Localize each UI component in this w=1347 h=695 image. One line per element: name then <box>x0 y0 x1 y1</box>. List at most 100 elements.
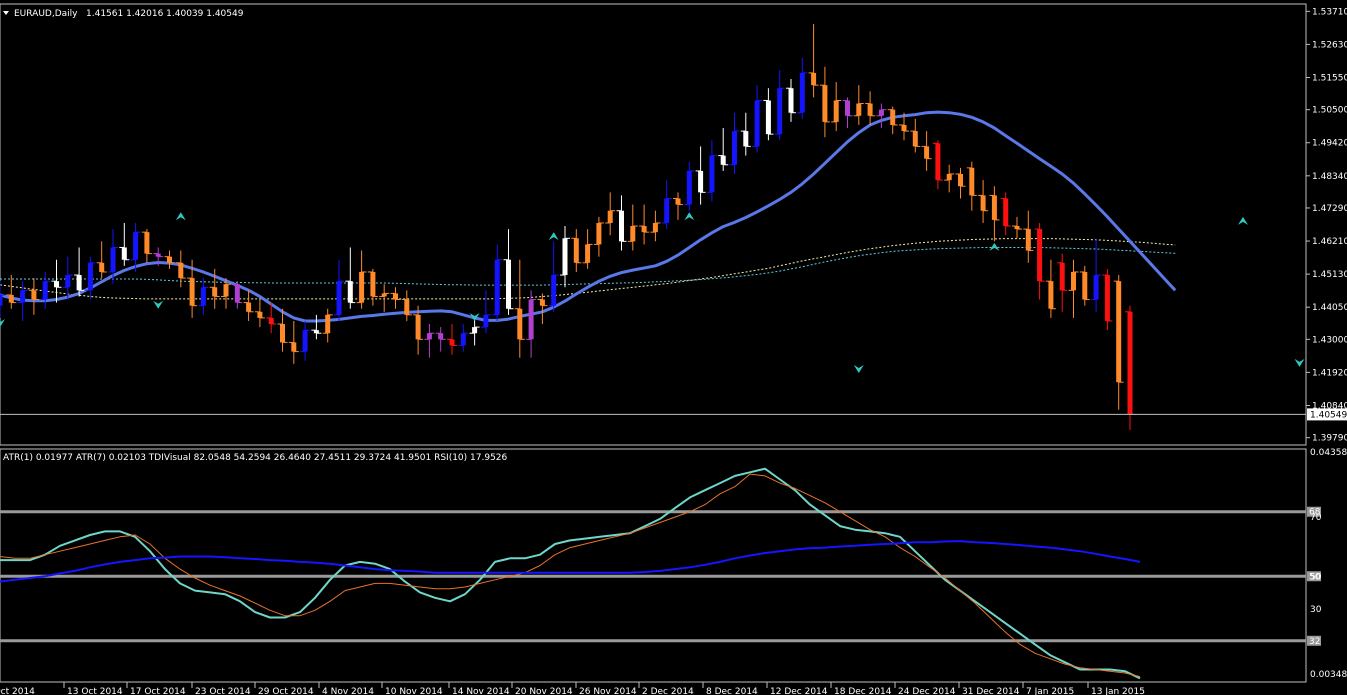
candle <box>1045 259 1056 318</box>
symbol-dropdown-icon[interactable] <box>3 11 9 15</box>
candle <box>1091 238 1102 312</box>
time-tick-label: 2 Dec 2014 <box>642 687 694 695</box>
candle <box>141 229 152 263</box>
price-tick-label: 1.51550 <box>1312 74 1347 84</box>
candle <box>345 247 356 309</box>
candle <box>752 85 763 153</box>
candle <box>955 167 966 199</box>
candle <box>514 259 525 358</box>
candle <box>673 192 683 220</box>
indicator-tick-label: 0.00348 <box>1310 670 1347 680</box>
time-tick-label: 18 Dec 2014 <box>834 687 892 695</box>
candle <box>571 229 582 272</box>
candle <box>740 112 751 156</box>
candle <box>447 324 457 355</box>
candle <box>74 247 85 297</box>
candle <box>797 57 808 119</box>
candle <box>1068 259 1079 318</box>
chart-canvas: 1.40549 1.53710 1.52630 1.51550 1.50500 1.49… <box>0 3 1347 695</box>
price-tick-label: 1.41920 <box>1312 368 1347 378</box>
time-tick-label: 13 Jan 2015 <box>1091 687 1145 695</box>
candle <box>808 23 819 98</box>
candle <box>379 284 390 312</box>
price-tick-label: 1.52630 <box>1312 40 1347 50</box>
candle <box>944 164 955 193</box>
price-tick-label: 1.50500 <box>1312 106 1347 116</box>
indicator-panel: 685032 ATR(1) 0.01977 ATR(7) 0.02103 TDI… <box>0 448 1347 683</box>
time-tick-label: 13 Oct 2014 <box>67 687 123 695</box>
candle <box>932 140 943 190</box>
candle <box>831 82 842 132</box>
candle <box>6 275 17 309</box>
candle <box>616 195 627 251</box>
candle <box>774 69 785 141</box>
time-tick-label: 9 Oct 2014 <box>0 687 35 695</box>
fractal-up-arrow <box>175 212 186 221</box>
fractal-down-arrow <box>1294 358 1305 367</box>
candle <box>1125 305 1135 430</box>
candle <box>401 290 412 321</box>
time-tick-label: 23 Oct 2014 <box>195 687 251 695</box>
candle <box>28 278 39 315</box>
time-tick-label: 24 Dec 2014 <box>898 687 956 695</box>
chart-title: EURAUD,Daily <box>14 9 78 19</box>
candle <box>921 131 932 171</box>
indicator-tick-label: 30 <box>1310 605 1322 615</box>
candle <box>1012 216 1022 239</box>
time-tick-label: 7 Jan 2015 <box>1026 687 1074 695</box>
candle <box>435 327 446 352</box>
candle <box>322 308 333 343</box>
price-tick-label: 1.46210 <box>1312 237 1347 247</box>
candle <box>1102 268 1113 331</box>
candle <box>582 229 593 269</box>
indicator-panel-border <box>0 448 1307 683</box>
indicator-tick-label: 0.04358 <box>1310 448 1347 458</box>
time-tick-label: 17 Oct 2014 <box>130 687 186 695</box>
candle <box>119 222 130 266</box>
indicator-tick-label: 50 <box>1310 572 1322 582</box>
tdi-level-label: 32 <box>1309 637 1320 647</box>
price-tick-label: 1.53710 <box>1312 7 1347 17</box>
time-tick-label: 10 Nov 2014 <box>385 687 443 695</box>
candle <box>593 216 604 257</box>
candle <box>492 244 503 321</box>
candle <box>706 140 717 202</box>
candle <box>661 180 672 230</box>
candle <box>786 79 796 122</box>
ma-fast-line <box>0 110 1177 323</box>
candle <box>356 250 367 309</box>
candle <box>288 320 299 364</box>
candle <box>627 204 638 251</box>
candle <box>390 287 401 309</box>
candle <box>367 268 378 306</box>
candle <box>560 226 570 288</box>
candle <box>424 324 435 358</box>
candle <box>503 229 514 315</box>
fractal-up-arrow <box>989 242 1000 251</box>
price-tick-label: 1.44050 <box>1312 303 1347 313</box>
price-tick-label: 1.43000 <box>1312 335 1347 345</box>
candle <box>763 88 774 141</box>
fractal-up-arrow <box>1238 216 1248 225</box>
candle <box>684 161 695 211</box>
price-tick-label: 1.40840 <box>1312 401 1347 411</box>
candle <box>842 97 853 129</box>
time-axis: 9 Oct 2014 13 Oct 2014 17 Oct 2014 23 Oct 2… <box>0 682 1145 695</box>
time-tick-label: 12 Dec 2014 <box>770 687 828 695</box>
candle <box>548 241 559 312</box>
time-tick-label: 31 Dec 2014 <box>962 687 1020 695</box>
price-panel: 1.40549 1.53710 1.52630 1.51550 1.50500 1.49… <box>0 3 1347 446</box>
candle <box>865 91 876 125</box>
price-tick-label: 1.49420 <box>1312 139 1347 149</box>
candle <box>469 317 480 346</box>
price-tick-label: 1.45130 <box>1312 270 1347 280</box>
time-tick-label: 4 Nov 2014 <box>322 687 374 695</box>
candle <box>0 281 5 318</box>
candle <box>910 118 921 153</box>
candle <box>198 278 209 315</box>
candle <box>51 259 62 303</box>
candle <box>311 314 322 340</box>
candle <box>458 324 469 352</box>
candle <box>96 241 107 279</box>
candle <box>1000 192 1011 236</box>
